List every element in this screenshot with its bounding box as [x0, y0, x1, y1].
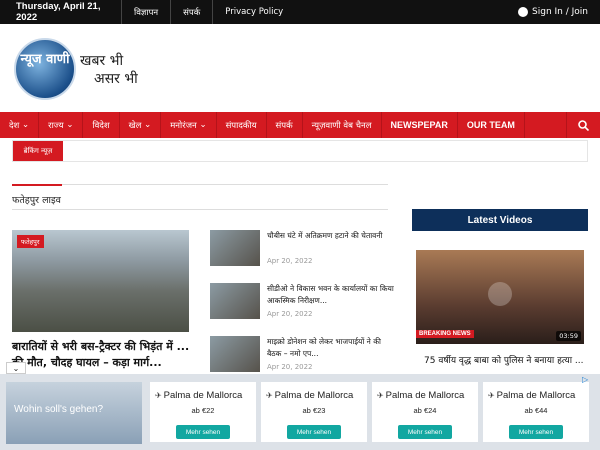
- chevron-down-icon: ⌄: [22, 120, 30, 130]
- story-title[interactable]: माइक्रो डोनेशन को लेकर भाजपाईयों ने की ब…: [267, 336, 395, 360]
- chevron-down-icon: ⌄: [66, 120, 74, 130]
- story-title[interactable]: सीडीओ ने विकास भवन के कार्यालयों का किया…: [267, 283, 395, 307]
- breaking-news-ticker: ब्रेकिंग न्यूज़: [12, 140, 588, 162]
- story-date: Apr 20, 2022: [267, 310, 313, 318]
- category-tag[interactable]: फतेहपुर: [17, 235, 44, 248]
- nav-item-sampadkiya[interactable]: संपादकीय: [217, 112, 267, 138]
- nav-item-videsh[interactable]: विदेश: [83, 112, 120, 138]
- ad-destination: Palma de Mallorca: [385, 390, 465, 401]
- story-thumbnail[interactable]: [210, 283, 260, 319]
- ad-headline: Wohin soll's gehen?: [14, 404, 104, 415]
- breaking-news-overlay: BREAKING NEWS: [416, 330, 474, 338]
- ad-hero-image[interactable]: Wohin soll's gehen?: [6, 382, 142, 444]
- logo-text: न्यूज वाणी: [20, 52, 70, 67]
- ad-more-button[interactable]: Mehr sehen: [509, 425, 563, 439]
- video-title[interactable]: 75 वर्षीय वृद्ध बाबा को पुलिस ने बनाया ह…: [424, 353, 594, 366]
- latest-videos-heading: Latest Videos: [412, 209, 588, 231]
- lead-story-image[interactable]: फतेहपुर: [12, 230, 189, 332]
- ad-destination: Palma de Mallorca: [274, 390, 354, 401]
- ad-destination: Palma de Mallorca: [496, 390, 576, 401]
- section-title: फतेहपुर लाइव: [12, 195, 61, 206]
- advertise-link[interactable]: विज्ञापन: [121, 0, 170, 24]
- tagline-line-1: खबर भी: [80, 53, 124, 69]
- list-item[interactable]: चौबीस घंटे में अतिक्रमण हटाने की चेतावनी…: [210, 230, 390, 278]
- chevron-down-icon: ⌄: [144, 120, 152, 130]
- chevron-down-icon: ⌄: [12, 364, 20, 373]
- nav-item-newspepar[interactable]: NEWSPEPAR: [382, 112, 458, 138]
- ad-banner[interactable]: Wohin soll's gehen? ✈ Palma de Mallorca …: [0, 374, 600, 450]
- ad-info-icon[interactable]: ▷: [582, 375, 592, 385]
- ad-price: ab €22: [191, 406, 215, 415]
- site-logo[interactable]: [14, 38, 76, 100]
- section-header: फतेहपुर लाइव: [12, 184, 388, 210]
- contact-link[interactable]: संपर्क: [170, 0, 212, 24]
- ad-more-button[interactable]: Mehr sehen: [398, 425, 452, 439]
- story-date: Apr 20, 2022: [267, 257, 313, 265]
- story-thumbnail[interactable]: [210, 230, 260, 266]
- sign-in-link[interactable]: Sign In / Join: [518, 7, 600, 17]
- user-icon: [518, 7, 529, 17]
- ad-card[interactable]: ✈ Palma de Mallorca ab €44 Mehr sehen: [483, 382, 589, 442]
- nav-item-web-channel[interactable]: न्यूज़वाणी वेब चैनल: [303, 112, 382, 138]
- ad-destination: Palma de Mallorca: [163, 390, 243, 401]
- search-icon: [578, 119, 589, 131]
- chevron-down-icon: ⌄: [199, 120, 207, 130]
- ad-card[interactable]: ✈ Palma de Mallorca ab €24 Mehr sehen: [372, 382, 478, 442]
- sign-in-label: Sign In / Join: [532, 7, 588, 17]
- search-button[interactable]: [566, 112, 600, 138]
- current-date: Thursday, April 21, 2022: [16, 1, 101, 23]
- privacy-policy-link[interactable]: Privacy Policy: [212, 0, 295, 24]
- ad-collapse-button[interactable]: ⌄: [6, 362, 26, 374]
- ad-more-button[interactable]: Mehr sehen: [287, 425, 341, 439]
- site-tagline: खबर भी असर भी: [80, 52, 138, 88]
- nav-item-manoranjan[interactable]: मनोरंजन ⌄: [161, 112, 217, 138]
- ad-card[interactable]: ✈ Palma de Mallorca ab €22 Mehr sehen: [150, 382, 256, 442]
- nav-item-desh[interactable]: देश ⌄: [0, 112, 40, 138]
- main-nav: देश ⌄ राज्य ⌄ विदेश खेल ⌄ मनोरंजन ⌄ संपा…: [0, 112, 600, 138]
- nav-item-rajya[interactable]: राज्य ⌄: [39, 112, 84, 138]
- video-duration: 03:59: [556, 331, 581, 341]
- top-bar: Thursday, April 21, 2022 विज्ञापन संपर्क…: [0, 0, 600, 24]
- ad-price: ab €24: [413, 406, 437, 415]
- tagline-line-2: असर भी: [94, 71, 138, 87]
- nav-item-our-team[interactable]: OUR TEAM: [458, 112, 525, 138]
- nav-item-sampark[interactable]: संपर्क: [267, 112, 303, 138]
- ad-price: ab €23: [302, 406, 326, 415]
- story-date: Apr 20, 2022: [267, 363, 313, 371]
- story-thumbnail[interactable]: [210, 336, 260, 372]
- ad-more-button[interactable]: Mehr sehen: [176, 425, 230, 439]
- story-title[interactable]: चौबीस घंटे में अतिक्रमण हटाने की चेतावनी: [267, 230, 395, 242]
- ad-card[interactable]: ✈ Palma de Mallorca ab €23 Mehr sehen: [261, 382, 367, 442]
- video-thumbnail[interactable]: BREAKING NEWS 03:59: [416, 250, 584, 344]
- lead-story-title[interactable]: बारातियों से भरी बस-ट्रैक्टर की भिड़ंत म…: [12, 339, 192, 371]
- list-item[interactable]: सीडीओ ने विकास भवन के कार्यालयों का किया…: [210, 283, 394, 331]
- nav-item-khel[interactable]: खेल ⌄: [120, 112, 162, 138]
- play-icon[interactable]: [488, 282, 512, 306]
- ad-price: ab €44: [524, 406, 548, 415]
- breaking-news-label: ब्रेकिंग न्यूज़: [13, 141, 63, 161]
